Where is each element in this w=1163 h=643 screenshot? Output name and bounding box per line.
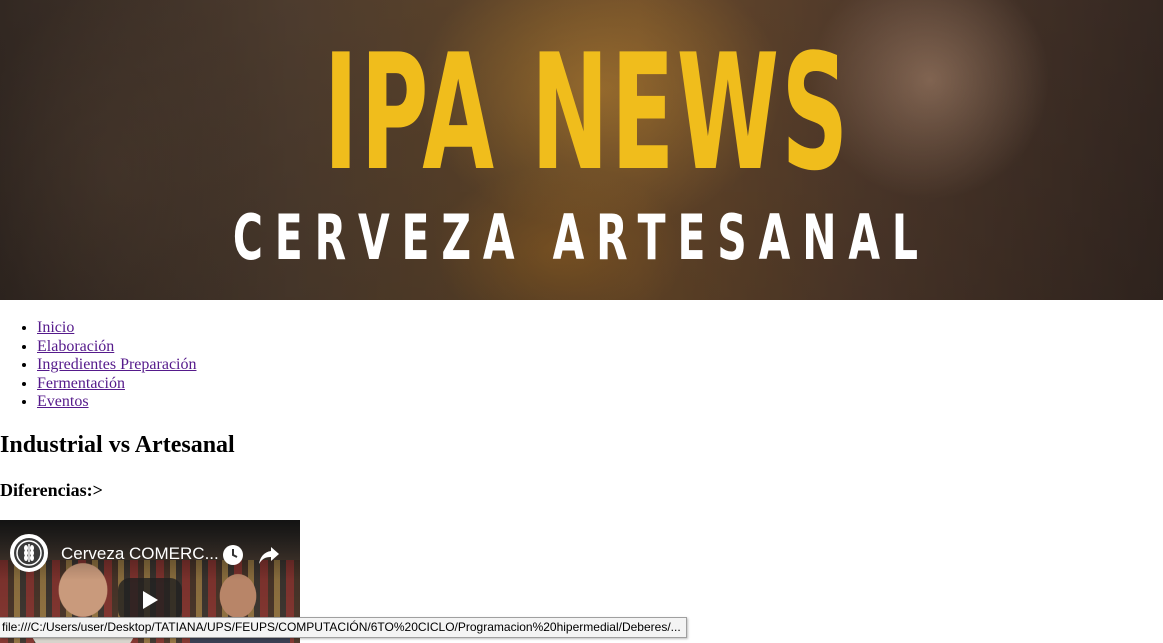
section-subheading: Diferencias:> — [0, 480, 103, 500]
nav-link-fermentacion[interactable]: Fermentación — [37, 375, 125, 392]
main-nav: Inicio Elaboración Ingredientes Preparac… — [0, 319, 196, 412]
play-button[interactable] — [118, 578, 182, 622]
share-icon[interactable] — [258, 544, 280, 566]
nav-item-fermentacion: Fermentación — [37, 375, 196, 394]
section-heading: Industrial vs Artesanal — [0, 432, 235, 458]
nav-link-ingredientes[interactable]: Ingredientes Preparación — [37, 356, 196, 373]
header-banner: IPA NEWS CERVEZA ARTESANAL — [0, 0, 1163, 300]
nav-item-elaboracion: Elaboración — [37, 338, 196, 357]
nav-link-elaboracion[interactable]: Elaboración — [37, 338, 114, 355]
nav-link-eventos[interactable]: Eventos — [37, 393, 89, 410]
nav-item-eventos: Eventos — [37, 393, 196, 412]
nav-item-inicio: Inicio — [37, 319, 196, 338]
clock-icon[interactable] — [222, 544, 244, 566]
banner-title: IPA NEWS — [323, 19, 851, 206]
nav-link-inicio[interactable]: Inicio — [37, 319, 74, 336]
nav-item-ingredientes: Ingredientes Preparación — [37, 356, 196, 375]
video-title[interactable]: Cerveza COMERC... — [61, 544, 219, 564]
browser-status-bar: file:///C:/Users/user/Desktop/TATIANA/UP… — [0, 617, 687, 638]
banner-subtitle: CERVEZA ARTESANAL — [232, 201, 930, 274]
wheat-logo-icon[interactable] — [10, 534, 48, 572]
play-icon — [143, 591, 158, 609]
